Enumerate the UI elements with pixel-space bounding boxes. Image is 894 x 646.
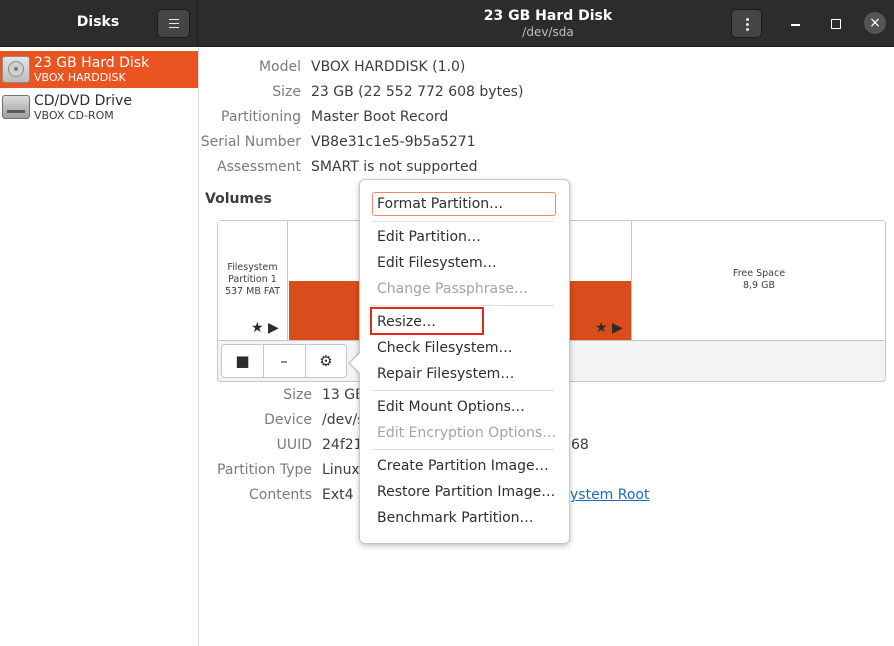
popover-arrow-inner	[350, 353, 360, 373]
model-value: VBOX HARDDISK (1.0)	[311, 59, 466, 75]
drive-name: 23 GB Hard Disk	[34, 55, 150, 71]
partition-type-value: Linux	[322, 462, 360, 478]
model-label: Model	[258, 59, 301, 75]
volume-toolbar: ■ – ⚙	[221, 344, 347, 378]
optical-drive-icon	[2, 95, 30, 119]
menu-restore-partition-image[interactable]: Restore Partition Image…	[377, 484, 555, 500]
window-title: 23 GB Hard Disk	[483, 8, 613, 24]
delete-partition-button[interactable]: –	[263, 345, 304, 377]
contents-label: Contents	[249, 487, 312, 503]
menu-separator	[371, 305, 554, 306]
assessment-label: Assessment	[217, 159, 301, 175]
drive-options-button[interactable]	[731, 9, 762, 38]
volumes-heading: Volumes	[205, 191, 272, 207]
contents-value: Ext4 (	[322, 487, 364, 503]
partition-type-label: Partition Type	[217, 462, 312, 478]
close-button[interactable]: ×	[864, 12, 886, 34]
partition-1-name: Partition 1	[228, 274, 277, 285]
assessment-value: SMART is not supported	[311, 159, 478, 175]
menu-repair-filesystem[interactable]: Repair Filesystem…	[377, 366, 514, 382]
hamburger-icon	[169, 19, 179, 28]
gear-icon[interactable]: ⚙	[305, 345, 346, 377]
minimize-button[interactable]	[788, 15, 804, 31]
serial-number-label: Serial Number	[200, 134, 301, 150]
app-menu-button[interactable]	[157, 9, 190, 38]
window-subtitle: /dev/sda	[522, 25, 574, 39]
free-space[interactable]: Free Space 8,9 GB	[633, 221, 885, 340]
menu-separator	[371, 221, 554, 222]
menu-edit-partition[interactable]: Edit Partition…	[377, 229, 481, 245]
free-space-label: Free Space	[732, 268, 786, 279]
menu-edit-mount-options[interactable]: Edit Mount Options…	[377, 399, 525, 415]
uuid-label: UUID	[276, 437, 312, 453]
device-label: Device	[264, 412, 312, 428]
menu-create-partition-image[interactable]: Create Partition Image…	[377, 458, 549, 474]
menu-change-passphrase: Change Passphrase…	[377, 281, 529, 297]
hard-disk-icon	[2, 56, 30, 83]
drive-model: VBOX HARDDISK	[34, 71, 126, 84]
menu-edit-filesystem[interactable]: Edit Filesystem…	[377, 255, 497, 271]
partition-2-flag-icons: ★ ▶	[595, 320, 623, 336]
resize-highlight	[370, 307, 484, 335]
drive-model: VBOX CD-ROM	[34, 109, 114, 122]
free-space-size: 8,9 GB	[742, 280, 775, 291]
maximize-button[interactable]	[827, 15, 843, 31]
partition-1-flag-icons: ★ ▶	[251, 320, 279, 336]
partitioning-value: Master Boot Record	[311, 109, 449, 125]
serial-number-value: VB8e31c1e5-9b5a5271	[311, 134, 476, 150]
partition-1-type: Filesystem	[227, 262, 278, 273]
partition-1-size: 537 MB FAT	[224, 286, 281, 297]
menu-check-filesystem[interactable]: Check Filesystem…	[377, 340, 513, 356]
menu-separator	[371, 449, 554, 450]
stop-icon[interactable]: ■	[222, 345, 263, 377]
kebab-dot-icon	[746, 18, 749, 21]
menu-format-partition[interactable]: Format Partition…	[377, 196, 503, 212]
kebab-dot-icon	[746, 23, 749, 26]
mount-point-link[interactable]: ystem Root	[570, 487, 650, 503]
kebab-dot-icon	[746, 28, 749, 31]
uuid-value-tail: 68	[571, 437, 589, 453]
size-label: Size	[272, 84, 301, 100]
menu-separator	[371, 390, 554, 391]
volume-size-label: Size	[283, 387, 312, 403]
size-value: 23 GB (22 552 772 608 bytes)	[311, 84, 524, 100]
uuid-value: 24f21	[322, 437, 363, 453]
header-bar: Disks 23 GB Hard Disk /dev/sda ×	[0, 0, 894, 47]
sidebar-header: Disks	[0, 0, 198, 47]
drive-name: CD/DVD Drive	[34, 93, 132, 109]
partitioning-label: Partitioning	[221, 109, 301, 125]
partition-1[interactable]: Filesystem Partition 1 537 MB FAT ★ ▶	[218, 221, 288, 340]
menu-edit-encryption-options: Edit Encryption Options…	[377, 425, 557, 441]
menu-benchmark-partition[interactable]: Benchmark Partition…	[377, 510, 534, 526]
